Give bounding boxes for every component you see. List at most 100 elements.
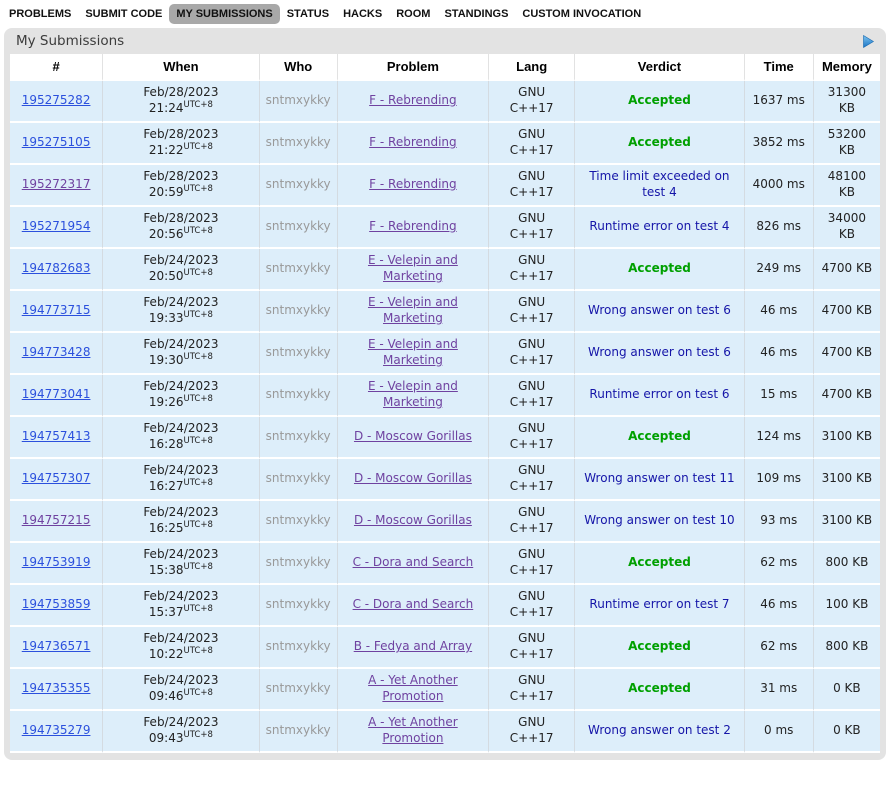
submission-time: 20:56 [149,227,184,241]
nav-item-hacks[interactable]: HACKS [336,4,389,24]
nav-item-problems[interactable]: PROBLEMS [2,4,78,24]
language-label: GNU C++17 [510,337,554,367]
cell-when: Feb/24/2023 16:25UTC+8 [102,501,258,543]
submission-date: Feb/24/2023 [143,463,218,477]
memory-label: 800 KB [825,639,868,653]
memory-label: 4700 KB [822,303,872,317]
submission-date: Feb/28/2023 [143,169,218,183]
nav-item-custom-invocation[interactable]: CUSTOM INVOCATION [515,4,648,24]
problem-link[interactable]: A - Yet Another Promotion [368,673,458,703]
submission-time: 09:46 [149,689,184,703]
cell-problem: E - Velepin and Marketing [337,291,488,333]
submission-id-link[interactable]: 195275105 [22,135,91,149]
cell-problem: F - Rebrending [337,207,488,249]
verdict-label: Wrong answer on test 2 [588,723,731,737]
cell-memory: 0 KB [813,669,880,711]
timezone-label: UTC+8 [183,562,212,572]
cell-time: 15 ms [744,375,813,417]
cell-verdict: Accepted [574,669,743,711]
author-link[interactable]: sntmxykky [266,723,331,737]
collapse-arrow-icon[interactable] [863,35,874,48]
timezone-label: UTC+8 [183,184,212,194]
problem-link[interactable]: F - Rebrending [369,219,457,233]
verdict-label: Wrong answer on test 10 [584,513,734,527]
timezone-label: UTC+8 [183,310,212,320]
cell-when: Feb/24/2023 09:46UTC+8 [102,669,258,711]
author-link[interactable]: sntmxykky [266,639,331,653]
verdict-label: Accepted [628,681,691,695]
author-link[interactable]: sntmxykky [266,219,331,233]
submission-id-link[interactable]: 194753919 [22,555,91,569]
cell-problem: E - Velepin and Marketing [337,333,488,375]
submission-id-link[interactable]: 194773715 [22,303,91,317]
memory-label: 800 KB [825,555,868,569]
cell-time: 31 ms [744,669,813,711]
author-link[interactable]: sntmxykky [266,93,331,107]
nav-item-submit-code[interactable]: SUBMIT CODE [78,4,169,24]
memory-label: 4700 KB [822,345,872,359]
submission-id-link[interactable]: 194773428 [22,345,91,359]
author-link[interactable]: sntmxykky [266,471,331,485]
cell-submission-id: 194773428 [10,333,102,375]
cell-when: Feb/24/2023 15:37UTC+8 [102,585,258,627]
cell-lang: GNU C++17 [488,123,574,165]
submission-id-link[interactable]: 194757215 [22,513,91,527]
nav-item-room[interactable]: ROOM [389,4,437,24]
submission-id-link[interactable]: 194757307 [22,471,91,485]
author-link[interactable]: sntmxykky [266,135,331,149]
problem-link[interactable]: F - Rebrending [369,93,457,107]
exec-time-label: 3852 ms [753,135,805,149]
verdict-label: Wrong answer on test 6 [588,345,731,359]
submission-id-link[interactable]: 194782683 [22,261,91,275]
submission-id-link[interactable]: 194735279 [22,723,91,737]
problem-link[interactable]: A - Yet Another Promotion [368,715,458,745]
author-link[interactable]: sntmxykky [266,387,331,401]
nav-item-my-submissions[interactable]: MY SUBMISSIONS [169,4,279,24]
submission-id-link[interactable]: 194735355 [22,681,91,695]
problem-link[interactable]: E - Velepin and Marketing [368,379,458,409]
author-link[interactable]: sntmxykky [266,681,331,695]
cell-submission-id: 194782683 [10,249,102,291]
cell-submission-id: 194735279 [10,711,102,753]
author-link[interactable]: sntmxykky [266,597,331,611]
problem-link[interactable]: D - Moscow Gorillas [354,513,472,527]
cell-time: 249 ms [744,249,813,291]
author-link[interactable]: sntmxykky [266,555,331,569]
submission-id-link[interactable]: 195271954 [22,219,91,233]
submission-id-link[interactable]: 194753859 [22,597,91,611]
cell-problem: A - Yet Another Promotion [337,711,488,753]
submission-time: 15:38 [149,563,184,577]
author-link[interactable]: sntmxykky [266,345,331,359]
problem-link[interactable]: D - Moscow Gorillas [354,429,472,443]
author-link[interactable]: sntmxykky [266,261,331,275]
cell-who: sntmxykky [259,375,337,417]
submission-id-link[interactable]: 194757413 [22,429,91,443]
submission-date: Feb/24/2023 [143,421,218,435]
author-link[interactable]: sntmxykky [266,513,331,527]
table-row: 194773428 Feb/24/2023 19:30UTC+8 sntmxyk… [10,333,880,375]
nav-item-standings[interactable]: STANDINGS [437,4,515,24]
problem-link[interactable]: E - Velepin and Marketing [368,337,458,367]
submission-time: 09:43 [149,731,184,745]
author-link[interactable]: sntmxykky [266,429,331,443]
submission-id-link[interactable]: 194736571 [22,639,91,653]
author-link[interactable]: sntmxykky [266,303,331,317]
submission-date: Feb/24/2023 [143,631,218,645]
problem-link[interactable]: D - Moscow Gorillas [354,471,472,485]
memory-label: 31300 KB [828,85,866,115]
problem-link[interactable]: C - Dora and Search [353,555,474,569]
nav-item-status[interactable]: STATUS [280,4,336,24]
author-link[interactable]: sntmxykky [266,177,331,191]
problem-link[interactable]: F - Rebrending [369,135,457,149]
cell-memory: 4700 KB [813,333,880,375]
cell-memory: 4700 KB [813,291,880,333]
problem-link[interactable]: C - Dora and Search [353,597,474,611]
problem-link[interactable]: B - Fedya and Array [354,639,472,653]
submission-id-link[interactable]: 194773041 [22,387,91,401]
cell-who: sntmxykky [259,291,337,333]
submission-id-link[interactable]: 195275282 [22,93,91,107]
submission-id-link[interactable]: 195272317 [22,177,91,191]
problem-link[interactable]: E - Velepin and Marketing [368,253,458,283]
problem-link[interactable]: E - Velepin and Marketing [368,295,458,325]
problem-link[interactable]: F - Rebrending [369,177,457,191]
